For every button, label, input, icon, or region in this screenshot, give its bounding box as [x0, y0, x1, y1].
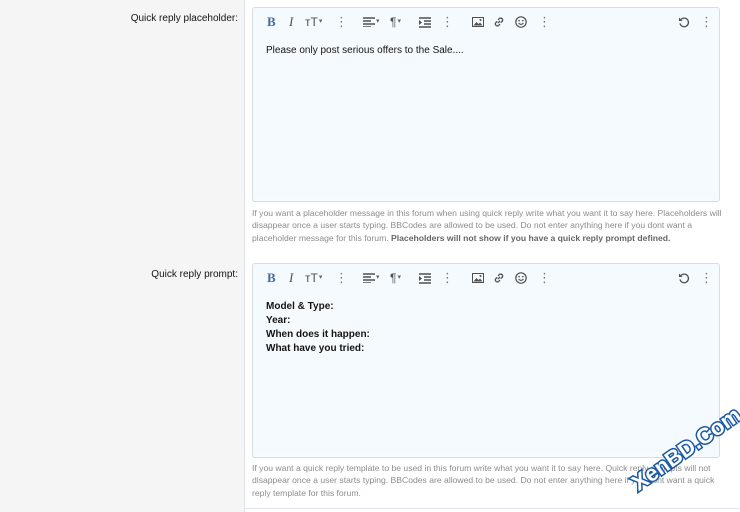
paragraph-icon: ¶ [390, 271, 397, 285]
indent-icon[interactable] [419, 14, 431, 30]
text-size-icon: тT [305, 15, 318, 29]
smilie-icon[interactable] [515, 14, 527, 30]
more-icon[interactable]: ⋮ [700, 270, 713, 286]
more-icon[interactable]: ⋮ [335, 270, 348, 286]
editor-text-line: Model & Type: [266, 301, 334, 312]
more-icon[interactable]: ⋮ [335, 14, 348, 30]
italic-icon[interactable]: I [289, 14, 293, 30]
italic-icon[interactable]: I [289, 270, 293, 286]
paragraph-button[interactable]: ¶ ▾ [390, 14, 401, 30]
chevron-down-icon: ▾ [318, 18, 323, 25]
align-icon [363, 17, 375, 27]
quick-reply-prompt-label: Quick reply prompt: [151, 269, 238, 280]
divider [245, 508, 740, 509]
editor-text-line: What have you tried: [266, 343, 365, 354]
text-size-button[interactable]: тT ▾ [305, 270, 322, 286]
more-icon[interactable]: ⋮ [441, 14, 454, 30]
chevron-down-icon: ▾ [397, 274, 401, 281]
field-explain: If you want a placeholder message in thi… [252, 207, 722, 244]
chevron-down-icon: ▾ [376, 274, 380, 281]
text-size-icon: тT [305, 271, 318, 285]
bold-icon[interactable]: B [267, 14, 276, 30]
editor-toolbar: B I тT ▾ ⋮ ▾ ¶ ▾ ⋮ ⋮ ⋮ [253, 8, 719, 36]
editor-text-line: Please only post serious offers to the S… [266, 45, 464, 56]
explain-strong: Placeholders will not show if you have a… [391, 232, 671, 243]
undo-icon[interactable] [678, 14, 690, 30]
undo-icon[interactable] [678, 270, 690, 286]
align-icon [363, 273, 375, 283]
quick-reply-placeholder-editor[interactable]: B I тT ▾ ⋮ ▾ ¶ ▾ ⋮ ⋮ ⋮ Please only post se… [252, 7, 720, 202]
chevron-down-icon: ▾ [318, 274, 323, 281]
editor-text-line: When does it happen: [266, 329, 370, 340]
more-icon[interactable]: ⋮ [700, 14, 713, 30]
more-icon[interactable]: ⋮ [538, 14, 551, 30]
quick-reply-placeholder-label: Quick reply placeholder: [130, 13, 238, 24]
quick-reply-prompt-editor[interactable]: B I тT ▾ ⋮ ▾ ¶ ▾ ⋮ ⋮ ⋮ Model & Type: Year:… [252, 263, 720, 458]
image-icon[interactable] [472, 270, 484, 286]
paragraph-icon: ¶ [390, 15, 397, 29]
link-icon[interactable] [493, 14, 505, 30]
bold-icon[interactable]: B [267, 270, 276, 286]
indent-icon[interactable] [419, 270, 431, 286]
link-icon[interactable] [493, 270, 505, 286]
image-icon[interactable] [472, 14, 484, 30]
editor-toolbar: B I тT ▾ ⋮ ▾ ¶ ▾ ⋮ ⋮ ⋮ [253, 264, 719, 292]
paragraph-button[interactable]: ¶ ▾ [390, 270, 401, 286]
chevron-down-icon: ▾ [376, 18, 380, 25]
align-button[interactable]: ▾ [363, 14, 380, 30]
explain-text: If you want a quick reply template to be… [252, 463, 715, 498]
form-label-column [0, 0, 245, 512]
editor-text-line: Year: [266, 315, 291, 326]
field-explain: If you want a quick reply template to be… [252, 462, 722, 499]
chevron-down-icon: ▾ [397, 18, 401, 25]
text-size-button[interactable]: тT ▾ [305, 14, 322, 30]
align-button[interactable]: ▾ [363, 270, 380, 286]
editor-content[interactable]: Please only post serious offers to the S… [253, 36, 719, 66]
more-icon[interactable]: ⋮ [441, 270, 454, 286]
more-icon[interactable]: ⋮ [538, 270, 551, 286]
smilie-icon[interactable] [515, 270, 527, 286]
editor-content[interactable]: Model & Type: Year: When does it happen:… [253, 292, 719, 364]
